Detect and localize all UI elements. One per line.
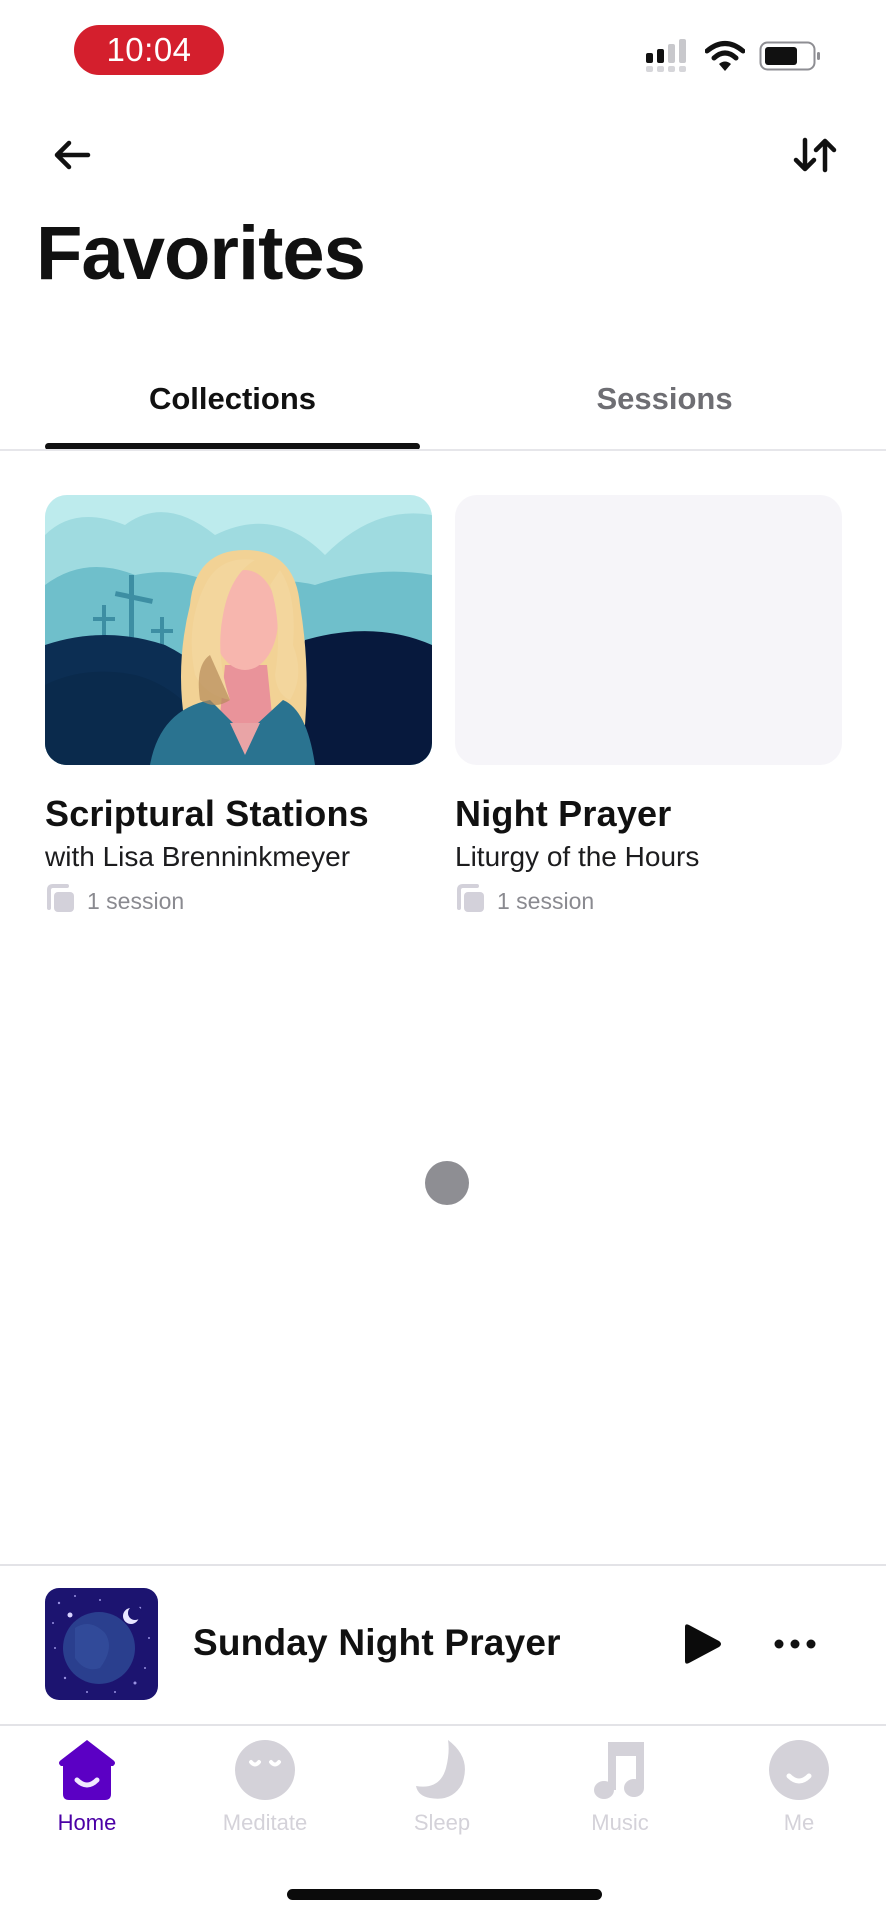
- sort-arrows-icon: [793, 137, 837, 178]
- status-time: 10:04: [74, 25, 224, 75]
- collection-card[interactable]: Night Prayer Liturgy of the Hours 1 sess…: [455, 495, 842, 920]
- status-icons: [645, 38, 821, 78]
- tab-home[interactable]: Home: [17, 1726, 157, 1856]
- collection-card[interactable]: Scriptural Stations with Lisa Brenninkme…: [45, 495, 432, 920]
- music-note-icon: [588, 1738, 652, 1802]
- tab-label: Home: [57, 1810, 117, 1835]
- tab-collections[interactable]: Collections: [10, 360, 455, 450]
- loading-indicator: [425, 1161, 469, 1205]
- woman-crosses-illustration: [45, 495, 432, 765]
- more-horizontal-icon: [773, 1637, 817, 1655]
- page-title: Favorites: [36, 211, 366, 296]
- player-thumbnail: [45, 1588, 158, 1700]
- collection-thumbnail-placeholder: [455, 495, 842, 765]
- back-button[interactable]: [44, 129, 100, 185]
- tab-label: Meditate: [222, 1810, 308, 1835]
- meditate-face-icon: [233, 1738, 297, 1802]
- tabs-divider: [0, 449, 886, 451]
- segment-tabs: Collections Sessions: [0, 360, 886, 450]
- collection-subtitle: Liturgy of the Hours: [455, 841, 700, 873]
- tab-label: Music: [591, 1810, 649, 1835]
- profile-smile-icon: [767, 1738, 831, 1802]
- night-sky-earth-image: [45, 1588, 158, 1700]
- play-icon: [681, 1623, 723, 1670]
- cellular-signal-icon: [645, 38, 691, 78]
- session-count: 1 session: [87, 888, 185, 915]
- tab-meditate[interactable]: Meditate: [195, 1726, 335, 1856]
- tab-label: Sleep: [413, 1810, 471, 1835]
- collection-meta: 1 session: [45, 883, 432, 920]
- play-button[interactable]: [672, 1616, 732, 1676]
- mini-player[interactable]: Sunday Night Prayer: [0, 1566, 886, 1724]
- session-count: 1 session: [497, 888, 595, 915]
- home-smile-icon: [55, 1738, 119, 1802]
- collection-title: Scriptural Stations: [45, 793, 369, 834]
- tab-sessions[interactable]: Sessions: [443, 360, 886, 450]
- sessions-stack-icon: [455, 883, 487, 920]
- collection-meta: 1 session: [455, 883, 842, 920]
- sort-button[interactable]: [787, 129, 843, 185]
- player-title: Sunday Night Prayer: [193, 1622, 561, 1663]
- more-options-button[interactable]: [765, 1621, 825, 1671]
- tab-music[interactable]: Music: [550, 1726, 690, 1856]
- bottom-tab-bar: Home Meditate Sleep Music Me: [0, 1726, 886, 1856]
- arrow-left-icon: [52, 139, 92, 176]
- moon-icon: [410, 1738, 474, 1802]
- collection-subtitle: with Lisa Brenninkmeyer: [45, 841, 351, 873]
- battery-icon: [759, 40, 821, 77]
- collection-thumbnail: [45, 495, 432, 765]
- wifi-icon: [704, 40, 746, 77]
- collection-title: Night Prayer: [455, 793, 672, 834]
- tab-label: Me: [783, 1810, 815, 1835]
- home-indicator: [287, 1889, 602, 1900]
- tab-me[interactable]: Me: [729, 1726, 869, 1856]
- sessions-stack-icon: [45, 883, 77, 920]
- tab-sleep[interactable]: Sleep: [372, 1726, 512, 1856]
